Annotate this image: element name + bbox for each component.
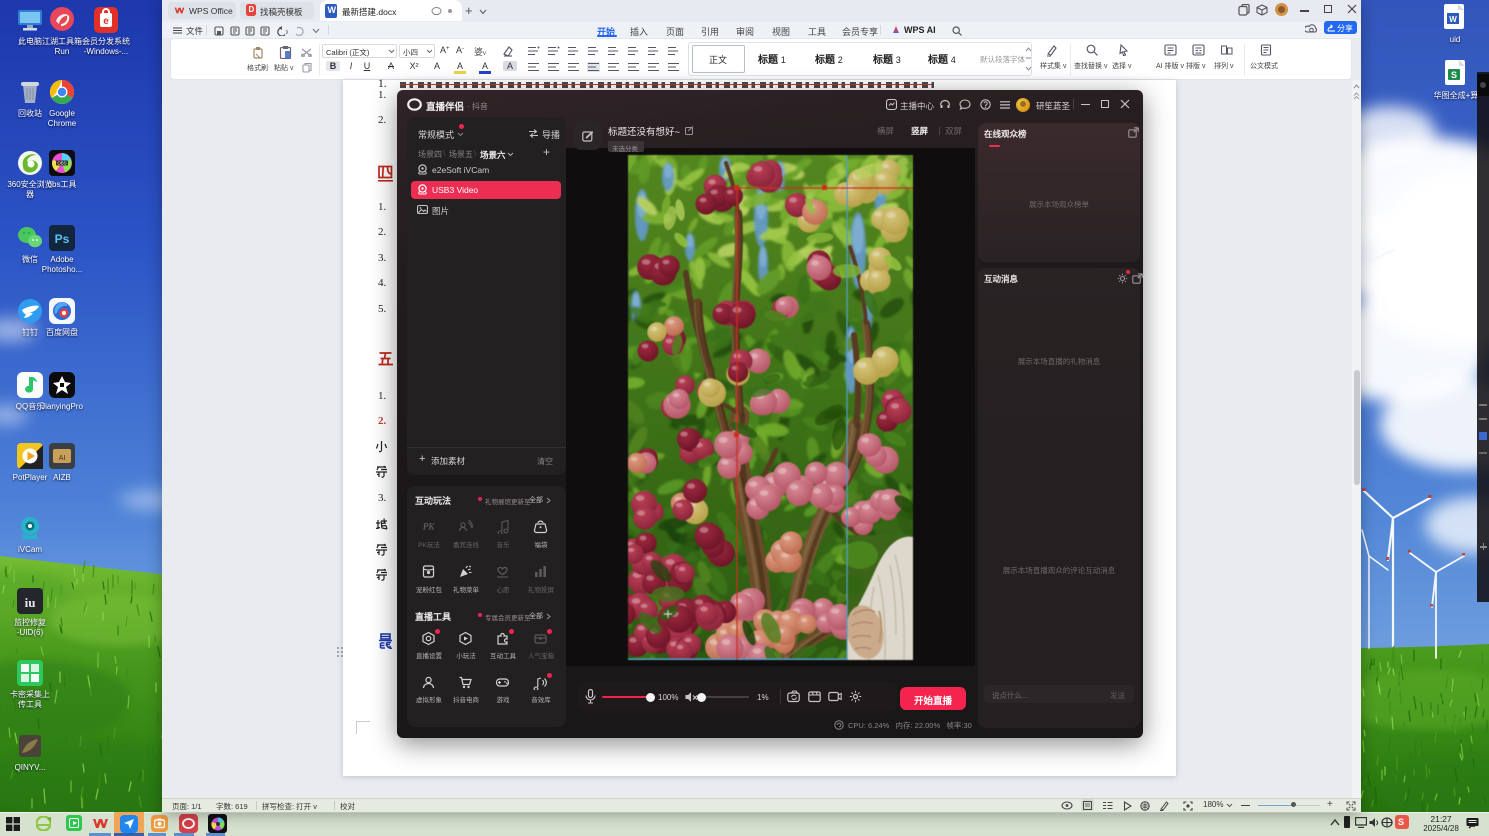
svg-text:iu: iu bbox=[25, 595, 36, 610]
svg-text:AI: AI bbox=[59, 455, 66, 462]
svg-text:OBS: OBS bbox=[57, 161, 66, 166]
svg-text:e: e bbox=[103, 16, 109, 27]
svg-text:S: S bbox=[1451, 70, 1457, 80]
svg-text:W: W bbox=[1449, 15, 1457, 24]
svg-text:PK: PK bbox=[423, 522, 435, 532]
svg-text:Ps: Ps bbox=[55, 232, 70, 246]
